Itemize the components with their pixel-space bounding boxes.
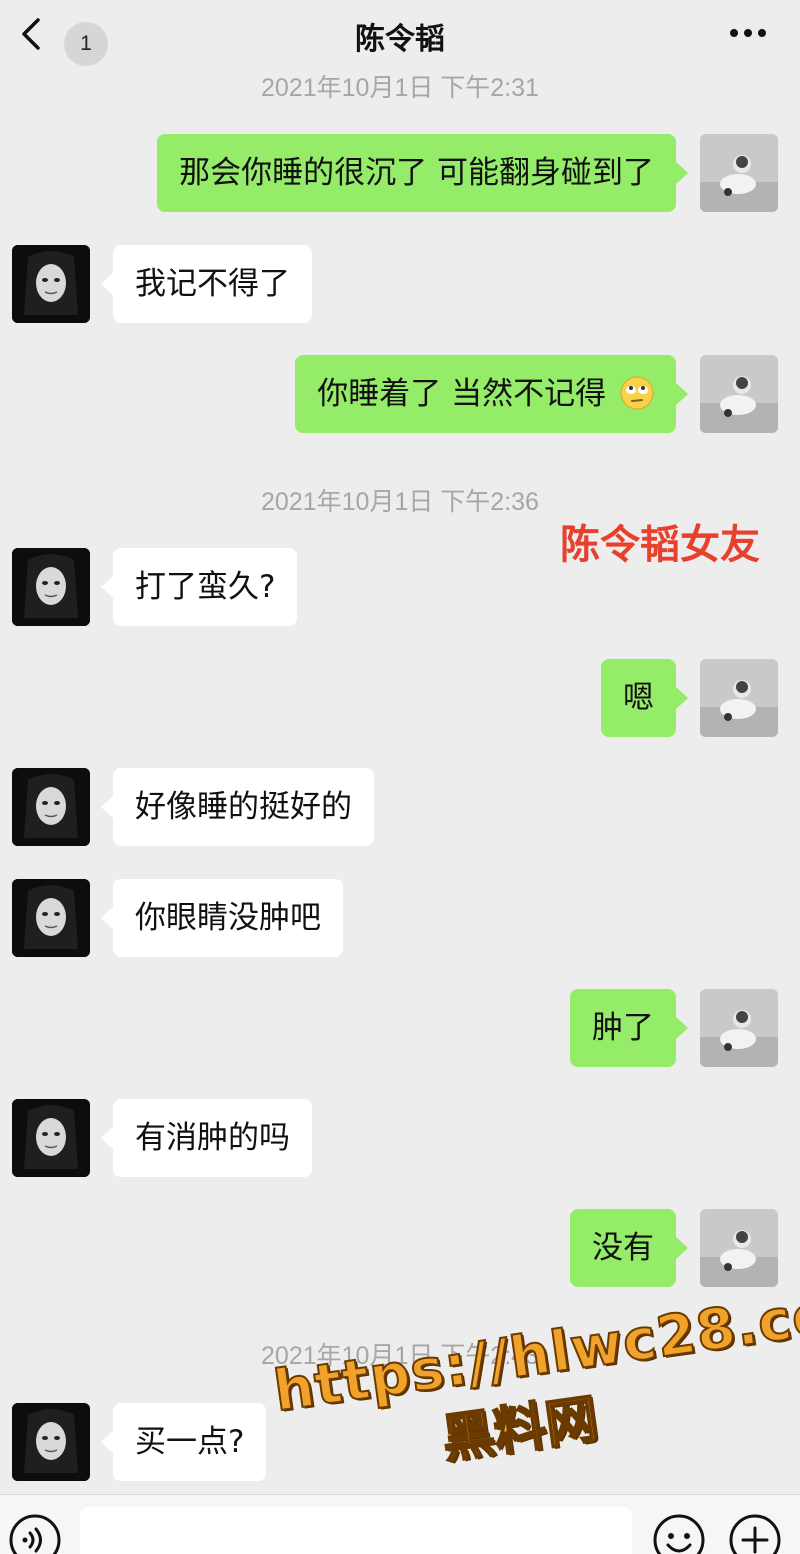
more-dots-icon — [730, 29, 766, 37]
incoming-message-bubble[interactable]: 买一点? — [100, 1403, 267, 1481]
more-button[interactable] — [722, 18, 778, 48]
chat-title: 陈令韬 — [355, 22, 445, 57]
contact-avatar[interactable] — [12, 879, 90, 957]
girlfriend-label: 陈令韬女友 — [560, 522, 760, 568]
message-text: 买一点? — [135, 1424, 245, 1460]
voice-button[interactable] — [8, 1513, 62, 1554]
message-text: 你眼睛没肿吧 — [135, 900, 321, 936]
more-actions-button[interactable] — [728, 1513, 782, 1554]
my-avatar[interactable] — [700, 989, 778, 1067]
outgoing-message-bubble[interactable]: 嗯 — [601, 659, 688, 737]
my-avatar[interactable] — [700, 1209, 778, 1287]
my-avatar[interactable] — [700, 355, 778, 433]
contact-avatar[interactable] — [12, 768, 90, 846]
outgoing-message-bubble[interactable]: 肿了 — [570, 989, 688, 1067]
message-text: 没有 — [592, 1230, 654, 1266]
voice-icon — [9, 1514, 61, 1554]
message-text: 有消肿的吗 — [135, 1120, 290, 1156]
incoming-message-bubble[interactable]: 有消肿的吗 — [101, 1099, 312, 1177]
message-text: 那会你睡的很沉了 可能翻身碰到了 — [179, 155, 654, 191]
contact-avatar[interactable] — [12, 1403, 90, 1481]
chat-header: 1 陈令韬 — [0, 0, 800, 68]
outgoing-message-bubble[interactable]: 那会你睡的很沉了 可能翻身碰到了 — [157, 134, 688, 212]
outgoing-message-bubble[interactable]: 你睡着了 当然不记得 — [295, 355, 688, 433]
plus-circle-icon — [729, 1514, 781, 1554]
message-text: 打了蛮久? — [135, 569, 276, 605]
timestamp: 2021年10月1日 下午2:31 — [261, 74, 539, 102]
watermark: https://hlwc28.com 黑料网 — [269, 1273, 800, 1519]
incoming-message-bubble[interactable]: 你眼睛没肿吧 — [101, 879, 343, 957]
message-text: 嗯 — [623, 680, 654, 716]
my-avatar[interactable] — [700, 134, 778, 212]
timestamp: 2021年10月1日 下午2:43 — [261, 1342, 539, 1370]
message-text-field[interactable] — [80, 1507, 632, 1554]
my-avatar[interactable] — [700, 659, 778, 737]
contact-avatar[interactable] — [12, 1099, 90, 1177]
message-text: 肿了 — [592, 1010, 654, 1046]
incoming-message-bubble[interactable]: 打了蛮久? — [100, 548, 298, 626]
message-text: 你睡着了 当然不记得 — [317, 376, 607, 412]
incoming-message-bubble[interactable]: 我记不得了 — [101, 245, 312, 323]
emoji-face-icon — [653, 1514, 705, 1554]
contact-avatar[interactable] — [12, 548, 90, 626]
contact-avatar[interactable] — [12, 245, 90, 323]
eye-roll-emoji-icon — [620, 376, 654, 409]
outgoing-message-bubble[interactable]: 没有 — [570, 1209, 688, 1287]
message-text: 好像睡的挺好的 — [135, 789, 352, 825]
message-input-bar — [0, 1494, 800, 1554]
incoming-message-bubble[interactable]: 好像睡的挺好的 — [101, 768, 374, 846]
emoji-button[interactable] — [652, 1513, 706, 1554]
message-text: 我记不得了 — [135, 266, 290, 302]
